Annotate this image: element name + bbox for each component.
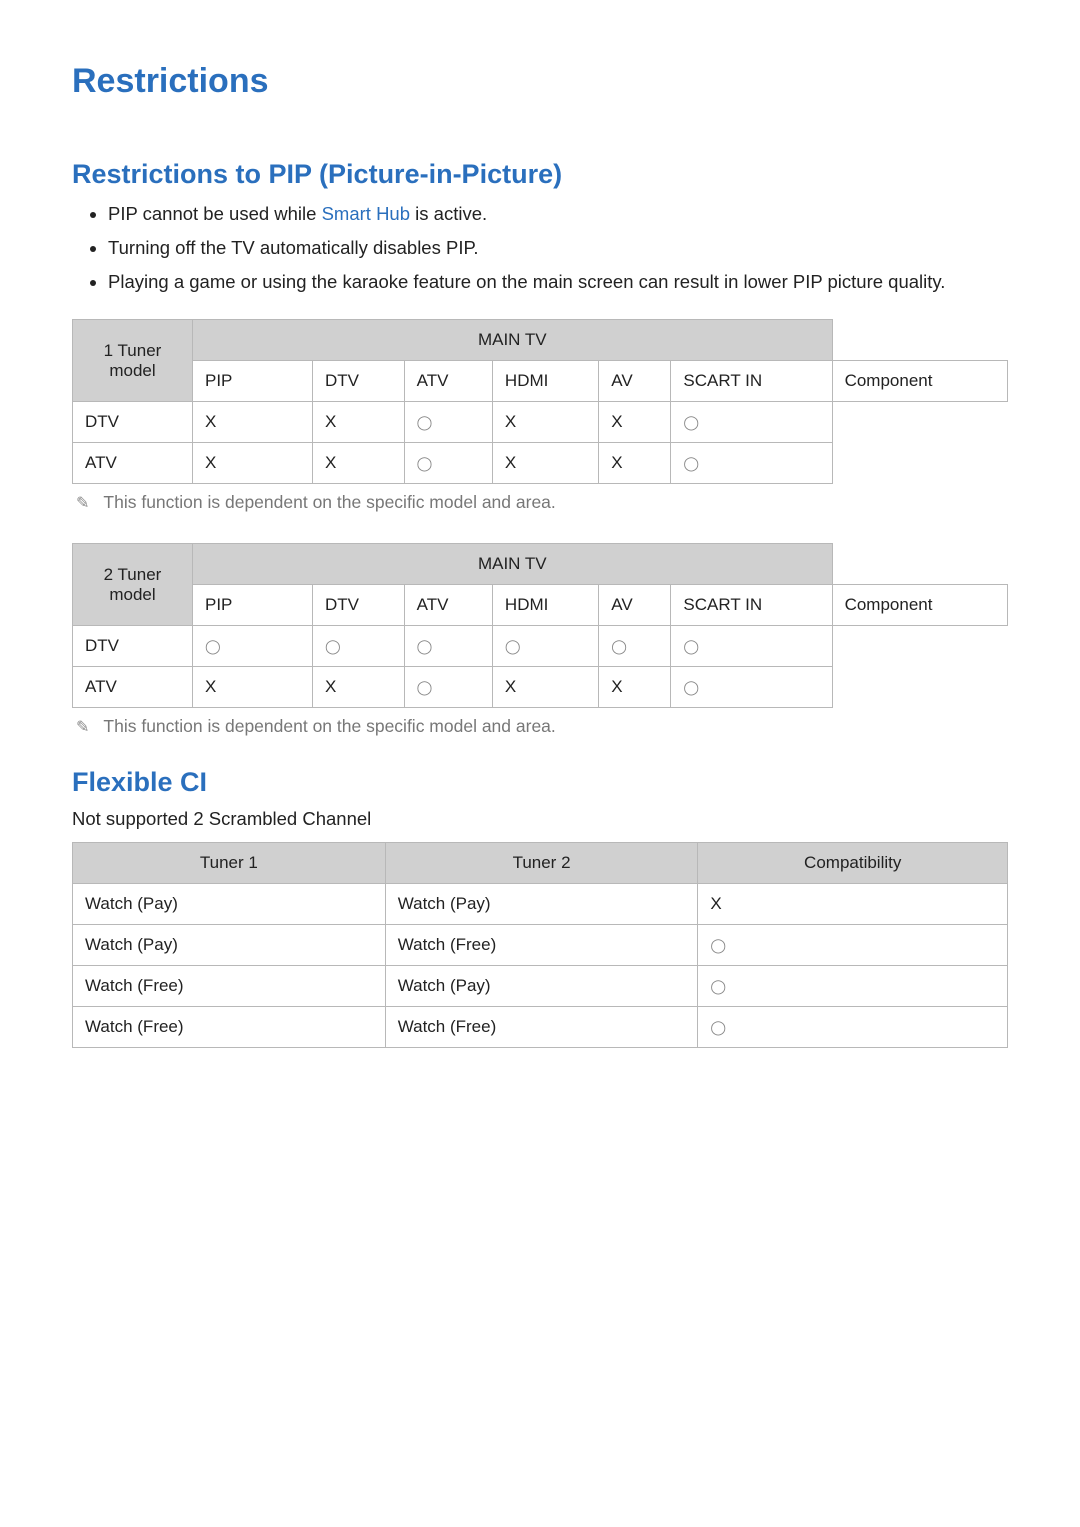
table-row: Watch (Free)Watch (Pay)◯ (73, 966, 1008, 1007)
table-row: DTV◯◯◯◯◯◯ (73, 626, 1008, 667)
cell: ◯ (404, 402, 492, 443)
table-row: Watch (Pay)Watch (Free)◯ (73, 925, 1008, 966)
cell: Watch (Pay) (73, 884, 386, 925)
cell: Watch (Pay) (385, 884, 698, 925)
table-col: AV (599, 585, 671, 626)
cell: X (599, 443, 671, 484)
table-main-header: MAIN TV (193, 544, 833, 585)
cell: Watch (Free) (385, 1007, 698, 1048)
row-label: DTV (73, 626, 193, 667)
table-col: ATV (404, 585, 492, 626)
row-label: DTV (73, 402, 193, 443)
section-flexci-title: Flexible CI (72, 767, 1008, 798)
note-1: ✎ This function is dependent on the spec… (72, 492, 1008, 513)
bullet-text: Playing a game or using the karaoke feat… (108, 271, 945, 292)
cell: X (193, 667, 313, 708)
table-col: AV (599, 361, 671, 402)
table-row: DTVXX◯XX◯ (73, 402, 1008, 443)
table-col: DTV (313, 585, 405, 626)
table-col: ATV (404, 361, 492, 402)
cell: X (193, 443, 313, 484)
row-label: ATV (73, 443, 193, 484)
cell: X (698, 884, 1008, 925)
cell: ◯ (671, 402, 832, 443)
table-col: SCART IN (671, 585, 832, 626)
flex-header: Tuner 1 (73, 843, 386, 884)
pip-bullets: PIP cannot be used while Smart Hub is ac… (72, 200, 1008, 295)
cell: Watch (Free) (385, 925, 698, 966)
note-text: This function is dependent on the specif… (103, 492, 555, 513)
bullet-text: is active. (410, 203, 487, 224)
cell: ◯ (193, 626, 313, 667)
cell: ◯ (599, 626, 671, 667)
flex-header: Tuner 2 (385, 843, 698, 884)
cell: X (492, 667, 598, 708)
row-label: ATV (73, 667, 193, 708)
table-col: HDMI (492, 361, 598, 402)
table-col: DTV (313, 361, 405, 402)
cell: Watch (Pay) (385, 966, 698, 1007)
table-col: HDMI (492, 585, 598, 626)
table-row-title: PIP (193, 361, 313, 402)
note-text: This function is dependent on the specif… (103, 716, 555, 737)
cell: Watch (Pay) (73, 925, 386, 966)
cell: ◯ (671, 667, 832, 708)
cell: ◯ (404, 626, 492, 667)
pip-table-1tuner: 1 Tuner model MAIN TV PIP DTV ATV HDMI A… (72, 319, 1008, 484)
cell: Watch (Free) (73, 966, 386, 1007)
cell: ◯ (313, 626, 405, 667)
flexci-table: Tuner 1 Tuner 2 Compatibility Watch (Pay… (72, 842, 1008, 1048)
cell: X (599, 667, 671, 708)
flexci-subtext: Not supported 2 Scrambled Channel (72, 808, 1008, 830)
bullet-item: Turning off the TV automatically disable… (108, 234, 1008, 262)
cell: ◯ (671, 626, 832, 667)
cell: ◯ (404, 667, 492, 708)
cell: ◯ (404, 443, 492, 484)
cell: X (599, 402, 671, 443)
cell: X (313, 402, 405, 443)
pencil-icon: ✎ (76, 493, 89, 513)
cell: ◯ (492, 626, 598, 667)
table-col: SCART IN (671, 361, 832, 402)
table-main-header: MAIN TV (193, 320, 833, 361)
cell: X (313, 667, 405, 708)
flex-header: Compatibility (698, 843, 1008, 884)
note-2: ✎ This function is dependent on the spec… (72, 716, 1008, 737)
cell: X (313, 443, 405, 484)
cell: X (193, 402, 313, 443)
cell: X (492, 443, 598, 484)
table-row: Watch (Pay)Watch (Pay)X (73, 884, 1008, 925)
table-col: Component (832, 585, 1007, 626)
cell: ◯ (698, 925, 1008, 966)
cell: X (492, 402, 598, 443)
bullet-text: PIP cannot be used while (108, 203, 322, 224)
cell: ◯ (698, 1007, 1008, 1048)
table-row-title: PIP (193, 585, 313, 626)
table-row: Watch (Free)Watch (Free)◯ (73, 1007, 1008, 1048)
cell: ◯ (698, 966, 1008, 1007)
bullet-item: PIP cannot be used while Smart Hub is ac… (108, 200, 1008, 228)
bullet-bold: Smart Hub (322, 203, 410, 224)
bullet-item: Playing a game or using the karaoke feat… (108, 268, 1008, 296)
table-row: ATVXX◯XX◯ (73, 443, 1008, 484)
table-corner: 1 Tuner model (73, 320, 193, 402)
cell: Watch (Free) (73, 1007, 386, 1048)
bullet-text: Turning off the TV automatically disable… (108, 237, 479, 258)
table-corner: 2 Tuner model (73, 544, 193, 626)
table-col: Component (832, 361, 1007, 402)
pencil-icon: ✎ (76, 717, 89, 737)
page-title: Restrictions (72, 62, 1008, 101)
table-row: ATVXX◯XX◯ (73, 667, 1008, 708)
cell: ◯ (671, 443, 832, 484)
pip-table-2tuner: 2 Tuner model MAIN TV PIP DTV ATV HDMI A… (72, 543, 1008, 708)
section-pip-title: Restrictions to PIP (Picture-in-Picture) (72, 159, 1008, 190)
